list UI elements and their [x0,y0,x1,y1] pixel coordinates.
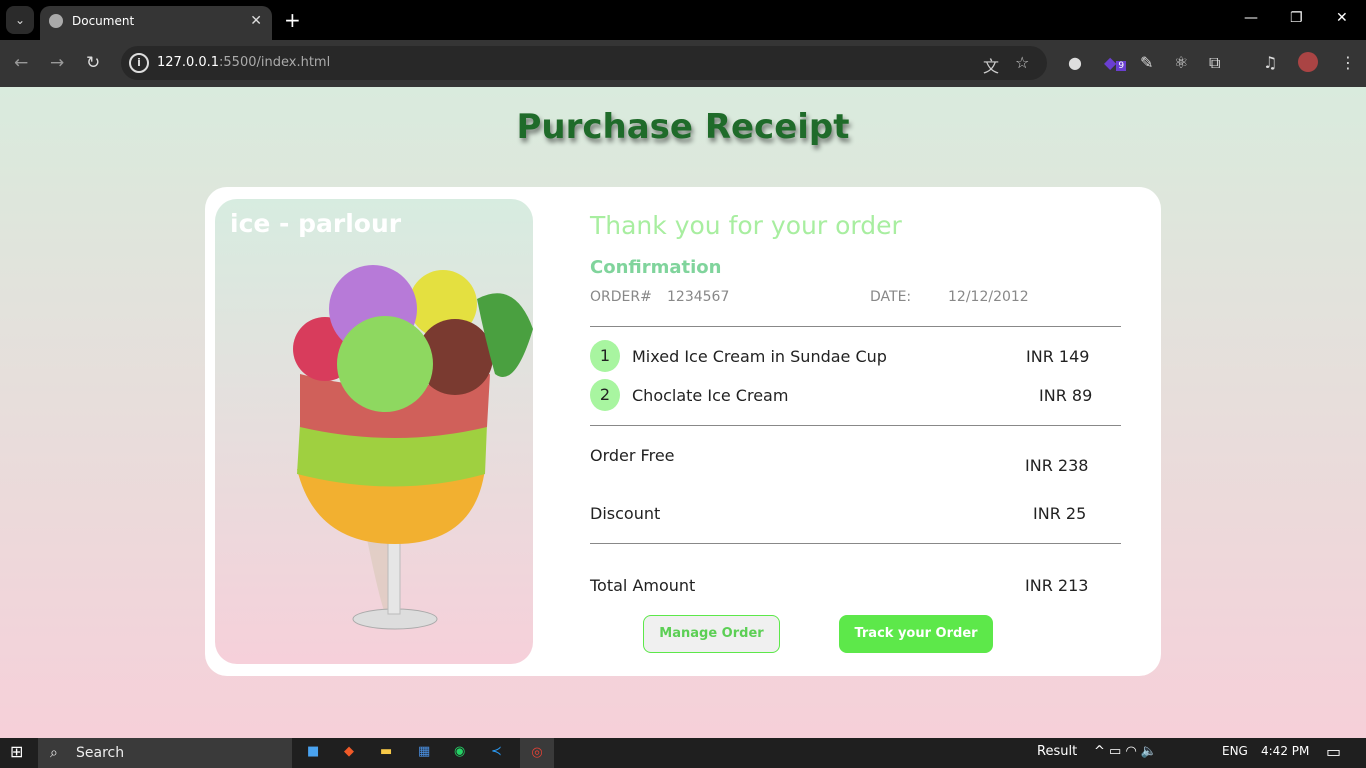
forward-button[interactable]: → [50,53,64,73]
product-image-panel: ice - parlour [215,199,533,664]
system-tray-icons[interactable]: ^ ▭ ◠ 🔈 [1094,744,1157,759]
language-indicator[interactable]: ENG [1222,744,1248,758]
taskbar: ⊞ ⌕ Search ■ ◆ ▬ ▦ ◉ ≺ ◎ Result ^ ▭ ◠ 🔈 E… [0,738,1366,768]
order-fee-label: Order Free [590,446,675,465]
site-info-icon[interactable]: i [129,53,149,73]
order-date: 12/12/2012 [948,289,1029,305]
close-window-button[interactable]: ✕ [1336,10,1348,26]
globe-icon [49,14,63,28]
confirmation-heading: Confirmation [590,257,722,278]
track-order-button[interactable]: Track your Order [839,615,993,653]
search-label: Search [76,745,125,761]
vscode-icon[interactable]: ≺ [491,744,502,759]
media-control-icon[interactable]: ♫ [1263,53,1277,72]
taskbar-search[interactable]: ⌕ Search [38,738,292,768]
item-name: Mixed Ice Cream in Sundae Cup [632,347,887,366]
extension-badge-icon[interactable]: ◆ 9 [1104,53,1127,72]
file-explorer-icon[interactable]: ▬ [380,744,392,759]
extension-badge-count: 9 [1116,61,1127,71]
url-path: :5500/index.html [219,55,331,70]
brave-icon[interactable]: ◆ [344,744,354,759]
chrome-icon[interactable]: ◎ [520,738,554,768]
manage-order-button[interactable]: Manage Order [643,615,780,653]
discount-label: Discount [590,504,661,523]
tab-document[interactable]: Document ✕ [40,6,272,40]
order-number-label: ORDER# [590,289,652,305]
page-content: Purchase Receipt ice - parlour Thank you… [0,87,1366,738]
address-bar[interactable]: i 127.0.0.1:5500/index.html 文 ☆ [121,46,1047,80]
windows-start-icon[interactable]: ⊞ [10,742,23,761]
discount-value: INR 25 [1033,504,1087,523]
close-tab-icon[interactable]: ✕ [250,6,262,36]
item-price: INR 89 [1039,386,1093,405]
weather-result[interactable]: Result [1037,744,1077,759]
tab-title: Document [72,14,135,28]
minimize-button[interactable]: — [1244,10,1258,26]
total-label: Total Amount [590,576,696,595]
brand-name: ice - parlour [230,209,402,238]
translate-icon[interactable]: 文 [983,53,999,77]
search-icon: ⌕ [50,745,58,761]
divider [590,326,1121,327]
item-name: Choclate Ice Cream [632,386,789,405]
notification-icon[interactable]: ▭ [1326,742,1341,761]
tab-search-button[interactable]: ⌄ [6,6,34,34]
item-price: INR 149 [1026,347,1090,366]
divider [590,425,1121,426]
order-number: 1234567 [667,289,730,305]
order-fee-value: INR 238 [1025,456,1089,475]
date-label: DATE: [870,289,912,305]
whatsapp-icon[interactable]: ◉ [454,744,465,759]
item-number-badge: 1 [590,340,620,372]
extension-icon[interactable]: ● [1068,53,1082,72]
restore-button[interactable]: ❐ [1290,10,1303,26]
url-host: 127.0.0.1 [157,55,220,70]
new-tab-button[interactable]: + [284,8,301,32]
keyboard-app-icon[interactable]: ▦ [418,744,430,759]
tab-bar: ⌄ Document ✕ + — ❐ ✕ [0,0,1366,40]
receipt-card: ice - parlour Thank you for your order C… [205,187,1161,676]
bookmark-star-icon[interactable]: ☆ [1015,53,1029,72]
back-button[interactable]: ← [14,53,28,73]
page-title: Purchase Receipt [516,107,850,147]
total-value: INR 213 [1025,576,1089,595]
item-number-badge: 2 [590,379,620,411]
menu-icon[interactable]: ⋮ [1340,53,1356,72]
react-devtools-icon[interactable]: ⚛ [1174,53,1188,72]
profile-avatar[interactable] [1298,52,1318,72]
clock[interactable]: 4:42 PM [1261,744,1309,758]
store-icon[interactable]: ■ [307,744,319,759]
color-picker-extension-icon[interactable]: ✎ [1140,53,1153,72]
browser-toolbar: ← → ↻ i 127.0.0.1:5500/index.html 文 ☆ ● … [0,40,1366,87]
ice-cream-sundae-image [293,265,533,630]
extensions-puzzle-icon[interactable]: ⧉ [1209,53,1220,73]
reload-button[interactable]: ↻ [86,53,100,73]
thank-you-heading: Thank you for your order [590,211,902,240]
divider [590,543,1121,544]
